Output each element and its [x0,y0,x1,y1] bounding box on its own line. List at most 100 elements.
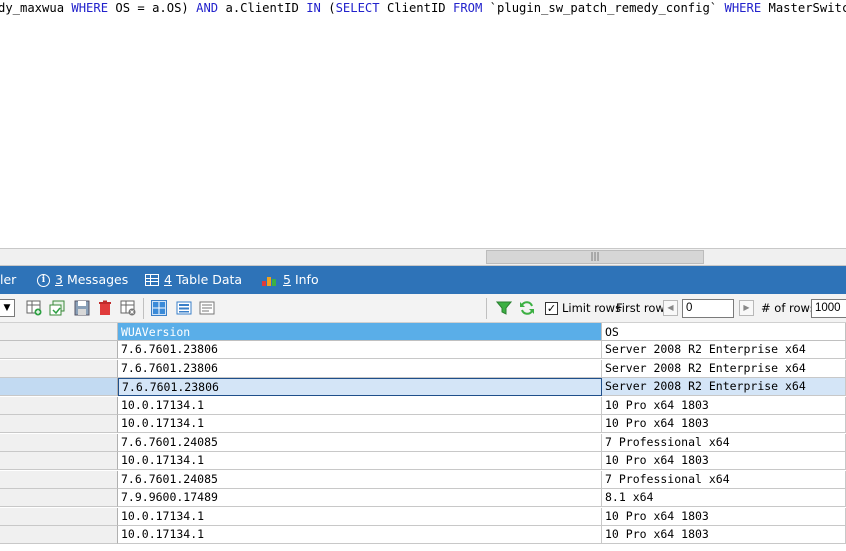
text-view-icon[interactable] [199,300,215,316]
row-header-cell[interactable] [0,359,118,378]
table-row[interactable]: 10.0.17134.1 10 Pro x64 1803 [0,415,846,433]
table-row[interactable]: 7.6.7601.23806 Server 2008 R2 Enterprise … [0,359,846,378]
sql-text: ( [320,1,336,15]
result-toolbar: ▼ ✓ Limit rows First row ◀ 0 ▶ # of rows… [0,294,846,323]
table-row[interactable]: 7.6.7601.24085 7 Professional x64 [0,433,846,452]
filter-icon[interactable] [495,300,513,316]
sql-text: dy_maxwua [0,1,72,15]
wuaversion-cell[interactable]: 7.6.7601.23806 [118,341,602,359]
os-cell[interactable]: Server 2008 R2 Enterprise x64 [602,378,846,396]
row-header-cell[interactable] [0,470,118,489]
result-dropdown-arrow[interactable]: ▼ [0,299,15,317]
wuaversion-cell[interactable]: 7.6.7601.24085 [118,433,602,452]
table-row[interactable]: 7.6.7601.23806 Server 2008 R2 Enterprise … [0,341,846,359]
insert-row-icon[interactable] [26,300,42,316]
previous-page-button[interactable]: ◀ [663,300,678,316]
table-row[interactable]: 7.6.7601.23806 Server 2008 R2 Enterprise … [0,378,846,396]
row-header-cell[interactable] [0,526,118,544]
first-row-label: First row [616,301,665,315]
tab-profiler[interactable]: ler [0,266,16,294]
sql-keyword: WHERE [724,1,762,15]
os-cell[interactable]: 7 Professional x64 [602,433,846,452]
chart-icon [262,274,278,286]
os-cell[interactable]: 7 Professional x64 [602,470,846,489]
result-grid[interactable]: WUAVersion OS 7.6.7601.23806 Server 2008 … [0,323,846,551]
os-cell[interactable]: 10 Pro x64 1803 [602,452,846,470]
result-tab-bar: ler i 3 Messages 4 Table Data 5 Info [0,266,846,294]
grid-view-icon[interactable] [151,300,167,316]
tab-profiler-label: ler [0,272,17,287]
table-row[interactable]: 10.0.17134.1 10 Pro x64 1803 [0,507,846,526]
sql-keyword: FROM [452,1,483,15]
save-icon[interactable] [74,300,90,316]
info-icon: i [37,273,50,287]
column-header-os[interactable]: OS [602,323,846,341]
os-cell[interactable]: 10 Pro x64 1803 [602,396,846,415]
tab-table-data-number: 4 [164,272,172,287]
duplicate-row-icon[interactable] [49,300,65,316]
row-header-cell[interactable] [0,396,118,415]
os-cell[interactable]: Server 2008 R2 Enterprise x64 [602,341,846,359]
sql-keyword: WHERE [71,1,109,15]
first-row-input[interactable]: 0 [682,299,734,318]
next-page-button[interactable]: ▶ [739,300,754,316]
os-cell[interactable]: 8.1 x64 [602,489,846,507]
row-header-cell[interactable] [0,415,118,433]
sql-keyword: AND [196,1,219,15]
wuaversion-cell[interactable]: 7.6.7601.23806 [118,378,602,396]
table-row[interactable]: 10.0.17134.1 10 Pro x64 1803 [0,396,846,415]
wuaversion-cell[interactable]: 10.0.17134.1 [118,526,602,544]
form-view-icon[interactable] [176,300,192,316]
number-of-rows-input[interactable]: 1000 [811,299,846,318]
scrollbar-thumb[interactable]: ||| [486,250,704,264]
sql-editor[interactable]: dy_maxwua WHERE OS = a.OS) AND a.ClientI… [0,0,846,248]
tab-info-label: Info [294,272,319,287]
editor-horizontal-scrollbar[interactable]: ||| [0,248,846,266]
table-row[interactable]: 10.0.17134.1 10 Pro x64 1803 [0,452,846,470]
sql-text: a.ClientID [218,1,307,15]
os-cell[interactable]: 10 Pro x64 1803 [602,507,846,526]
table-icon [145,274,159,286]
wuaversion-cell[interactable]: 10.0.17134.1 [118,452,602,470]
tab-info[interactable]: 5 Info [262,266,319,294]
column-header-hidden[interactable] [0,323,118,341]
os-cell[interactable]: Server 2008 R2 Enterprise x64 [602,359,846,378]
sql-text-line[interactable]: dy_maxwua WHERE OS = a.OS) AND a.ClientI… [0,0,846,17]
wuaversion-cell[interactable]: 10.0.17134.1 [118,415,602,433]
tab-messages-label: Messages [66,272,129,287]
row-header-cell[interactable] [0,433,118,452]
limit-rows-checkbox[interactable]: ✓ [545,302,558,315]
tab-table-data-label: Table Data [175,272,243,287]
wuaversion-cell[interactable]: 7.6.7601.23806 [118,359,602,378]
row-header-cell[interactable] [0,489,118,507]
table-row[interactable]: 7.9.9600.17489 8.1 x64 [0,489,846,507]
table-row[interactable]: 7.6.7601.24085 7 Professional x64 [0,470,846,489]
tab-messages-number: 3 [55,272,63,287]
row-header-cell[interactable] [0,378,118,396]
wuaversion-cell[interactable]: 10.0.17134.1 [118,507,602,526]
number-of-rows-label: # of rows [761,301,816,315]
discard-changes-icon[interactable] [120,300,136,316]
refresh-icon[interactable] [519,300,535,316]
sql-text: MasterSwitch [768,1,846,15]
table-row[interactable]: 10.0.17134.1 10 Pro x64 1803 [0,526,846,544]
os-cell[interactable]: 10 Pro x64 1803 [602,526,846,544]
wuaversion-cell[interactable]: 7.6.7601.24085 [118,470,602,489]
delete-row-icon[interactable] [97,300,113,316]
row-header-cell[interactable] [0,507,118,526]
toolbar-separator [486,298,487,319]
sql-text: ClientID [379,1,453,15]
row-header-cell[interactable] [0,341,118,359]
column-header-wuaversion[interactable]: WUAVersion [118,323,602,341]
row-header-cell[interactable] [0,452,118,470]
tab-table-data[interactable]: 4 Table Data [145,266,242,294]
tab-messages[interactable]: i 3 Messages [37,266,128,294]
sql-keyword: IN [306,1,321,15]
limit-rows-label: Limit rows [562,301,622,315]
os-cell[interactable]: 10 Pro x64 1803 [602,415,846,433]
tab-info-number: 5 [283,272,291,287]
sql-text: OS = a.OS) [108,1,197,15]
wuaversion-cell[interactable]: 7.9.9600.17489 [118,489,602,507]
toolbar-separator [143,298,144,319]
wuaversion-cell[interactable]: 10.0.17134.1 [118,396,602,415]
